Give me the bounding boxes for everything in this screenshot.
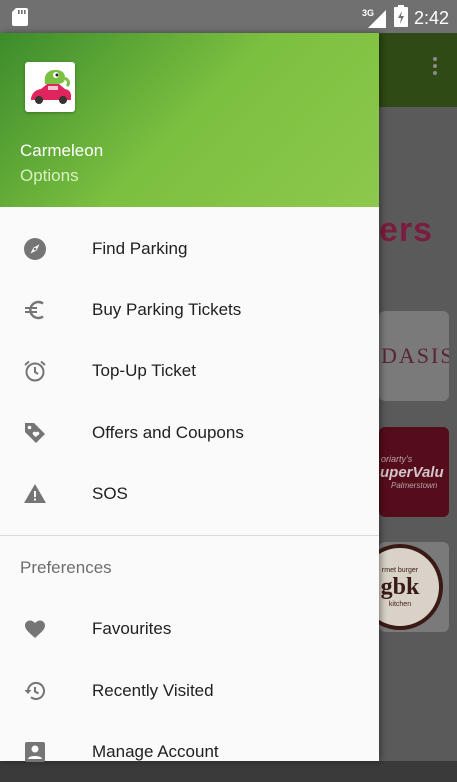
- menu-item-label: Favourites: [92, 618, 172, 638]
- heart-icon: [22, 616, 48, 642]
- menu-item-label: Recently Visited: [92, 680, 214, 700]
- menu-item-recently-visited[interactable]: Recently Visited: [0, 660, 379, 721]
- menu-item-manage-account[interactable]: Manage Account: [0, 721, 379, 782]
- menu-item-favourites[interactable]: Favourites: [0, 598, 379, 659]
- menu-item-label: SOS: [92, 483, 128, 503]
- menu-item-top-up-ticket[interactable]: Top-Up Ticket: [0, 340, 379, 401]
- clock-time: 2:42: [413, 8, 449, 28]
- offer-card-text: oriarty's: [381, 454, 413, 464]
- background-heading: ers: [379, 211, 434, 249]
- divider: [0, 535, 379, 536]
- offer-card-text: DASIS: [381, 343, 449, 368]
- battery-icon: [393, 5, 408, 32]
- drawer-subtitle: Options: [20, 166, 79, 185]
- euro-icon: [22, 297, 48, 323]
- drawer-header: Carmeleon Options: [0, 33, 379, 207]
- menu-item-label: Buy Parking Tickets: [92, 299, 242, 319]
- offer-card-text: Palmerstown: [391, 481, 438, 490]
- menu-item-label: Top-Up Ticket: [92, 360, 196, 380]
- offer-card-text: gbk: [380, 573, 420, 600]
- offer-card-text: uperValu: [380, 464, 444, 481]
- menu-item-find-parking[interactable]: Find Parking: [0, 218, 379, 279]
- menu-item-offers-and-coupons[interactable]: Offers and Coupons: [0, 402, 379, 463]
- offer-card: oriarty's uperValu Palmerstown: [379, 427, 449, 517]
- warning-icon: [22, 481, 48, 507]
- menu-item-buy-parking-tickets[interactable]: Buy Parking Tickets: [0, 279, 379, 340]
- sd-card-icon: [12, 8, 28, 31]
- drawer-title: Carmeleon: [20, 141, 104, 160]
- section-header-preferences: Preferences: [20, 558, 112, 577]
- offer-card-text: rmet burger: [381, 566, 419, 574]
- offer-card: rmet burger gbk kitchen: [379, 542, 449, 632]
- menu-item-label: Offers and Coupons: [92, 422, 244, 442]
- menu-item-sos[interactable]: SOS: [0, 463, 379, 524]
- menu-item-label: Manage Account: [92, 741, 219, 761]
- gbk-logo: rmet burger gbk kitchen: [379, 544, 443, 630]
- signal-icon: 3G: [362, 8, 388, 30]
- app-logo: [25, 62, 75, 112]
- alarm-clock-icon: [22, 358, 48, 384]
- status-bar: 3G 2:42: [0, 0, 457, 33]
- offer-card: DASIS: [379, 311, 449, 401]
- navigation-drawer: Carmeleon Options Find Parking Buy Parki…: [0, 33, 379, 762]
- history-icon: [22, 678, 48, 704]
- compass-icon: [22, 236, 48, 262]
- menu-item-label: Find Parking: [92, 238, 188, 258]
- tag-icon: [22, 420, 48, 446]
- overflow-menu-icon: [433, 57, 437, 81]
- offer-card-text: kitchen: [388, 600, 412, 608]
